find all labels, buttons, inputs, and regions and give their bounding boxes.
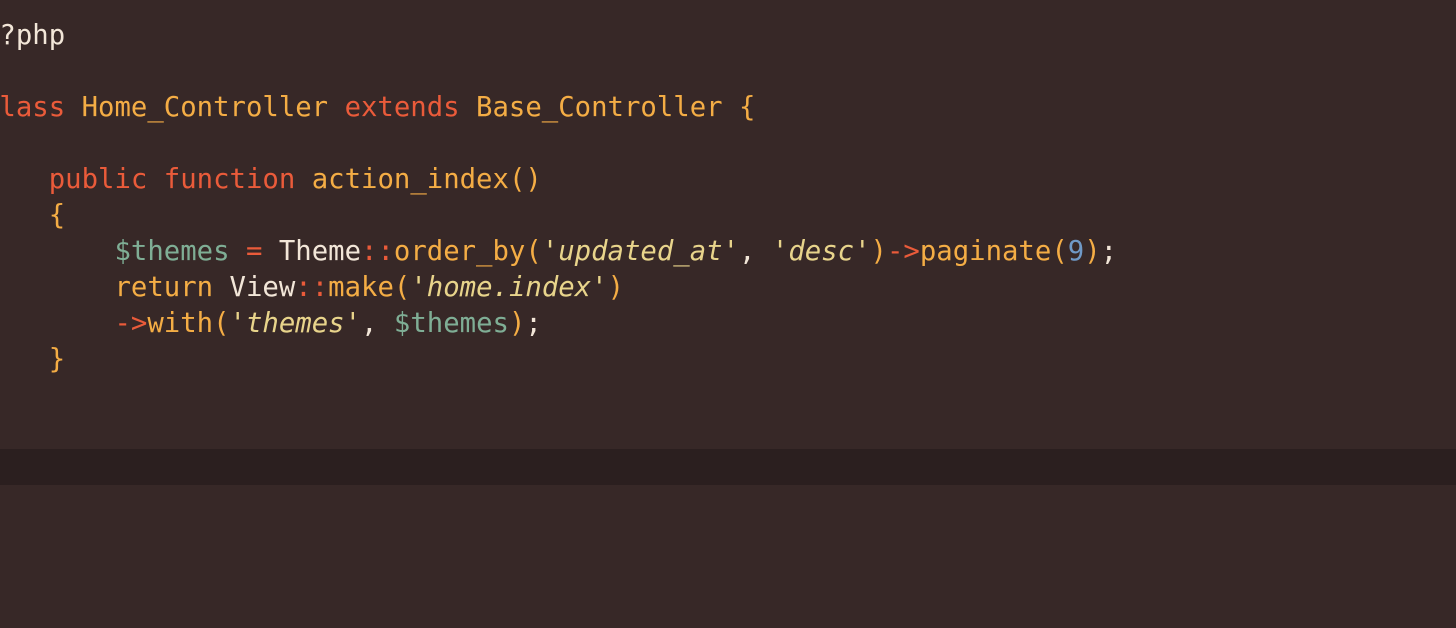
code-line[interactable]: ​ bbox=[0, 450, 1117, 486]
code-token: function bbox=[163, 164, 296, 195]
code-token: { bbox=[739, 92, 756, 123]
code-token: Base_Controller bbox=[476, 92, 723, 123]
code-token: View bbox=[229, 272, 296, 303]
code-editor[interactable]: <?php​class Home_Controller extends Base… bbox=[0, 0, 1456, 628]
code-line[interactable]: { bbox=[0, 198, 1117, 234]
code-token: -> bbox=[114, 308, 148, 339]
code-token: ( bbox=[393, 272, 411, 303]
code-token: = bbox=[245, 236, 263, 267]
code-token: 9 bbox=[1067, 236, 1085, 267]
code-line[interactable]: public function action_index() bbox=[0, 162, 1117, 198]
code-line[interactable]: ​ bbox=[0, 378, 1117, 414]
code-line[interactable]: ​ bbox=[0, 414, 1117, 450]
code-token: ) bbox=[1084, 236, 1101, 267]
code-token: , bbox=[361, 308, 394, 339]
code-token: , bbox=[739, 236, 772, 267]
code-token: ) bbox=[870, 236, 887, 267]
code-line[interactable]: ->with('themes', $themes); bbox=[0, 306, 1117, 342]
code-token: :: bbox=[361, 236, 394, 267]
code-line[interactable]: <?php bbox=[0, 18, 1117, 54]
code-token: ( bbox=[213, 308, 230, 339]
code-token: ; bbox=[1100, 236, 1118, 267]
code-line[interactable]: ​ bbox=[0, 126, 1117, 162]
code-token: <?php bbox=[0, 20, 66, 51]
code-token: with bbox=[147, 308, 214, 339]
code-token: $themes bbox=[393, 308, 509, 339]
code-line[interactable]: ​ bbox=[0, 486, 1117, 522]
code-token: :: bbox=[295, 272, 329, 303]
code-token: 'desc' bbox=[771, 236, 871, 267]
code-token: { bbox=[48, 200, 66, 231]
code-line[interactable]: ​ bbox=[0, 522, 1117, 558]
code-token: action_index bbox=[311, 164, 509, 195]
code-token: ; bbox=[525, 308, 542, 339]
code-token: Home_Controller bbox=[81, 92, 329, 123]
code-token: -> bbox=[886, 236, 920, 267]
code-line[interactable]: $themes = Theme::order_by('updated_at', … bbox=[0, 234, 1117, 270]
code-token: () bbox=[508, 164, 542, 195]
code-token: order_by bbox=[393, 236, 526, 267]
code-line[interactable]: ​ bbox=[0, 558, 1117, 594]
code-token: ) bbox=[508, 308, 526, 339]
code-token: ) bbox=[607, 272, 624, 303]
code-line[interactable]: } bbox=[0, 342, 1117, 378]
code-token: public bbox=[48, 164, 148, 195]
code-content[interactable]: <?php​class Home_Controller extends Base… bbox=[0, 18, 1117, 594]
code-token: 'updated_at' bbox=[541, 236, 740, 267]
code-token: Theme bbox=[278, 236, 362, 267]
code-line[interactable]: return View::make('home.index') bbox=[0, 270, 1117, 306]
code-token: ( bbox=[525, 236, 542, 267]
code-token: ( bbox=[1051, 236, 1068, 267]
code-token: return bbox=[114, 272, 214, 303]
code-token: 'themes' bbox=[229, 308, 362, 339]
code-token: class bbox=[0, 92, 66, 123]
code-token: 'home.index' bbox=[410, 272, 608, 303]
code-token: $themes bbox=[114, 236, 230, 267]
code-token: } bbox=[48, 344, 66, 375]
code-token: paginate bbox=[919, 236, 1052, 267]
code-line[interactable]: class Home_Controller extends Base_Contr… bbox=[0, 90, 1117, 126]
code-line[interactable]: ​ bbox=[0, 54, 1117, 90]
code-token: extends bbox=[344, 92, 460, 123]
code-token: make bbox=[328, 272, 394, 303]
